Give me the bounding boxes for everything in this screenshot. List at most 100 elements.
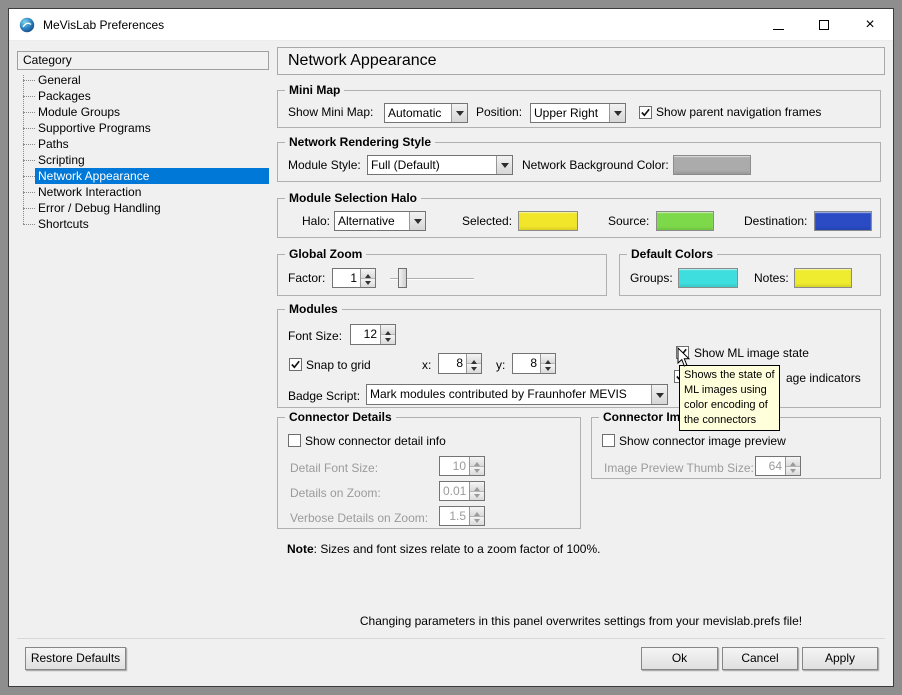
page-title-box: Network Appearance <box>277 47 885 75</box>
spin-buttons <box>785 457 800 475</box>
sidebar-item-scripting[interactable]: Scripting <box>23 152 269 168</box>
notes-color-label: Notes: <box>754 268 789 288</box>
category-header: Category <box>17 51 269 70</box>
ok-button[interactable]: Ok <box>641 647 718 670</box>
spin-buttons[interactable] <box>380 325 395 344</box>
sidebar-item-label: Scripting <box>35 152 88 168</box>
spin-down-icon[interactable] <box>467 364 481 373</box>
show-connector-image-label: Show connector image preview <box>619 431 786 451</box>
zoom-slider-handle[interactable] <box>398 268 407 288</box>
default-colors-legend: Default Colors <box>627 247 717 262</box>
sidebar-item-paths[interactable]: Paths <box>23 136 269 152</box>
grid-y-label: y: <box>496 355 505 375</box>
selected-color-swatch[interactable] <box>518 211 578 231</box>
spin-buttons[interactable] <box>466 354 481 373</box>
global-zoom-group: Global Zoom Factor: 1 <box>277 254 607 296</box>
details-on-zoom-spinbox: 0.01 <box>439 481 485 501</box>
minimap-position-value: Upper Right <box>531 104 609 122</box>
connector-details-group: Connector Details Show connector detail … <box>277 417 581 529</box>
spin-up-icon <box>470 457 484 467</box>
apply-button[interactable]: Apply <box>802 647 878 670</box>
minimize-button[interactable] <box>763 14 793 36</box>
sidebar-item-shortcuts[interactable]: Shortcuts <box>23 216 269 232</box>
mevislab-logo-icon <box>19 17 35 33</box>
sidebar-item-supportive-programs[interactable]: Supportive Programs <box>23 120 269 136</box>
notes-color-swatch[interactable] <box>794 268 852 288</box>
halo-value: Alternative <box>335 212 409 230</box>
zoom-factor-label: Factor: <box>288 268 325 288</box>
sidebar-item-packages[interactable]: Packages <box>23 88 269 104</box>
groups-color-label: Groups: <box>630 268 673 288</box>
groups-color-swatch[interactable] <box>678 268 738 288</box>
spin-up-icon[interactable] <box>381 325 395 335</box>
tree-branch-icon <box>23 144 35 145</box>
source-color-swatch[interactable] <box>656 211 714 231</box>
tooltip-line: the connectors <box>684 413 775 428</box>
show-connector-detail-checkbox[interactable] <box>288 434 301 447</box>
minimap-legend: Mini Map <box>285 83 344 98</box>
selection-halo-legend: Module Selection Halo <box>285 191 421 206</box>
module-style-label: Module Style: <box>288 155 361 175</box>
spin-down-icon <box>470 517 484 526</box>
global-zoom-legend: Global Zoom <box>285 247 366 262</box>
mouse-cursor <box>677 347 691 368</box>
grid-y-spinbox[interactable]: 8 <box>512 353 556 374</box>
spin-buttons[interactable] <box>360 269 375 287</box>
dropdown-arrow-icon <box>496 156 512 174</box>
title-bar[interactable]: MeVisLab Preferences × <box>9 9 893 41</box>
spin-up-icon[interactable] <box>361 269 375 279</box>
grid-x-label: x: <box>422 355 431 375</box>
maximize-button[interactable] <box>809 14 839 36</box>
window-title: MeVisLab Preferences <box>43 18 164 32</box>
show-minimap-label: Show Mini Map: <box>288 102 373 122</box>
snap-to-grid-label: Snap to grid <box>306 355 371 375</box>
modules-group: Modules Font Size: 12 Snap to grid x: 8 … <box>277 309 881 408</box>
spin-down-icon[interactable] <box>361 279 375 288</box>
restore-defaults-button[interactable]: Restore Defaults <box>25 647 126 670</box>
sidebar-item-network-interaction[interactable]: Network Interaction <box>23 184 269 200</box>
module-style-value: Full (Default) <box>368 156 496 174</box>
selected-color-label: Selected: <box>462 211 512 231</box>
spin-up-icon[interactable] <box>467 354 481 364</box>
footer-warning: Changing parameters in this panel overwr… <box>277 614 885 628</box>
module-style-select[interactable]: Full (Default) <box>367 155 513 175</box>
spin-down-icon <box>786 467 800 476</box>
network-bg-color-swatch[interactable] <box>673 155 751 175</box>
badge-script-value: Mark modules contributed by Fraunhofer M… <box>367 385 651 404</box>
grid-x-spinbox[interactable]: 8 <box>438 353 482 374</box>
sidebar-item-label: Network Appearance <box>35 168 269 184</box>
show-minimap-value: Automatic <box>385 104 451 122</box>
connector-image-legend: Connector Ima <box>599 410 691 425</box>
close-button[interactable]: × <box>855 14 885 36</box>
sidebar-item-label: Network Interaction <box>35 184 144 200</box>
minimap-position-select[interactable]: Upper Right <box>530 103 626 123</box>
spin-up-icon[interactable] <box>541 354 555 364</box>
spin-down-icon <box>470 492 484 501</box>
detail-font-size-value: 10 <box>440 457 469 475</box>
halo-select[interactable]: Alternative <box>334 211 426 231</box>
cancel-button[interactable]: Cancel <box>722 647 798 670</box>
destination-color-swatch[interactable] <box>814 211 872 231</box>
spin-buttons[interactable] <box>540 354 555 373</box>
sidebar-item-network-appearance[interactable]: Network Appearance <box>23 168 269 184</box>
spin-down-icon[interactable] <box>381 335 395 344</box>
font-size-label: Font Size: <box>288 326 342 346</box>
snap-to-grid-checkbox[interactable] <box>289 358 302 371</box>
show-connector-image-checkbox[interactable] <box>602 434 615 447</box>
tree-branch-icon <box>23 128 35 129</box>
show-parent-nav-checkbox[interactable] <box>639 106 652 119</box>
connector-details-legend: Connector Details <box>285 410 396 425</box>
minimize-icon <box>773 29 784 30</box>
zoom-factor-spinbox[interactable]: 1 <box>332 268 376 288</box>
sidebar-item-module-groups[interactable]: Module Groups <box>23 104 269 120</box>
tooltip-line: color encoding of <box>684 398 775 413</box>
sidebar-item-general[interactable]: General <box>23 72 269 88</box>
show-minimap-select[interactable]: Automatic <box>384 103 468 123</box>
tooltip: Shows the state of ML images using color… <box>679 365 780 431</box>
spin-down-icon[interactable] <box>541 364 555 373</box>
details-on-zoom-label: Details on Zoom: <box>290 483 381 503</box>
tree-branch-icon <box>23 112 35 113</box>
sidebar-item-error-debug[interactable]: Error / Debug Handling <box>23 200 269 216</box>
font-size-spinbox[interactable]: 12 <box>350 324 396 345</box>
badge-script-select[interactable]: Mark modules contributed by Fraunhofer M… <box>366 384 668 405</box>
